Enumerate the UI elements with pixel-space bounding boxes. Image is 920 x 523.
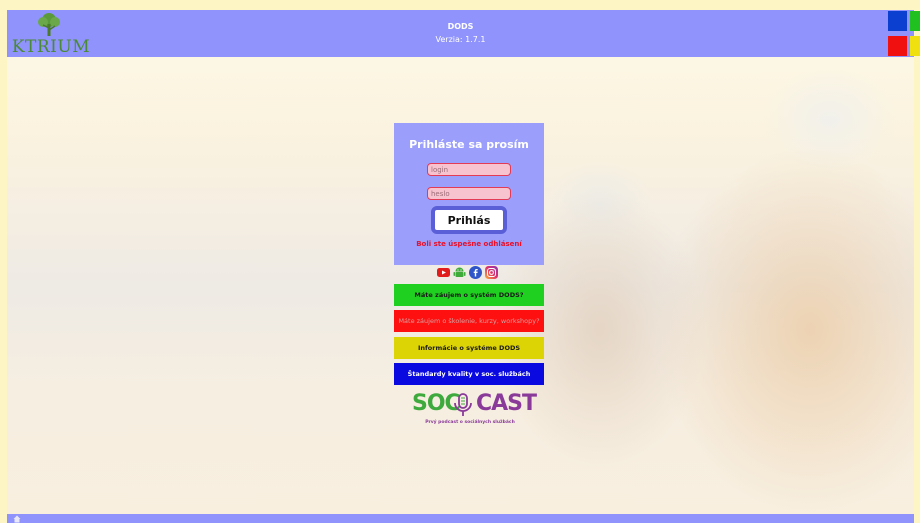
- quality-standards-button[interactable]: Štandardy kvality v soc. službách: [394, 363, 544, 385]
- soccast-cast-text: CAST: [476, 391, 537, 416]
- green-square: [910, 11, 920, 31]
- header-bar: KTRIUM DODS Verzia: 1.7.1: [7, 10, 920, 57]
- microphone-icon: [454, 393, 472, 416]
- soccast-logo[interactable]: SOC CAST Prvý podcast o sociálnych služb…: [410, 390, 537, 430]
- login-panel: Prihláste sa prosím Prihlás Boli ste úsp…: [394, 123, 544, 265]
- frame-left: [0, 0, 7, 523]
- soccast-tagline: Prvý podcast o sociálnych službách: [425, 420, 515, 425]
- dods-info-button[interactable]: Informácie o systéme DODS: [394, 337, 544, 359]
- frame-right: [914, 0, 920, 523]
- blue-square: [888, 11, 907, 31]
- youtube-icon[interactable]: [437, 266, 450, 279]
- app-title: DODS: [447, 22, 474, 31]
- color-squares-logo: [887, 10, 920, 57]
- frame-top: [0, 0, 920, 10]
- ktrium-logo[interactable]: KTRIUM: [10, 12, 92, 56]
- app-version: Verzia: 1.7.1: [435, 35, 486, 44]
- facebook-icon[interactable]: [469, 266, 482, 279]
- interest-dods-button[interactable]: Máte záujem o systém DODS?: [394, 284, 544, 306]
- training-courses-button[interactable]: Máte záujem o školenie, kurzy, workshopy…: [394, 310, 544, 332]
- password-input[interactable]: [427, 187, 511, 200]
- username-input[interactable]: [427, 163, 511, 176]
- red-square: [888, 36, 907, 56]
- android-icon[interactable]: [453, 266, 466, 279]
- yellow-square: [910, 36, 920, 56]
- home-icon[interactable]: [13, 515, 21, 523]
- social-links: [437, 266, 503, 279]
- logout-status-message: Boli ste úspešne odhlásení: [416, 240, 522, 248]
- footer-bar: [7, 514, 914, 523]
- login-heading: Prihláste sa prosím: [409, 138, 529, 151]
- instagram-icon[interactable]: [485, 266, 498, 279]
- login-button[interactable]: Prihlás: [431, 206, 507, 234]
